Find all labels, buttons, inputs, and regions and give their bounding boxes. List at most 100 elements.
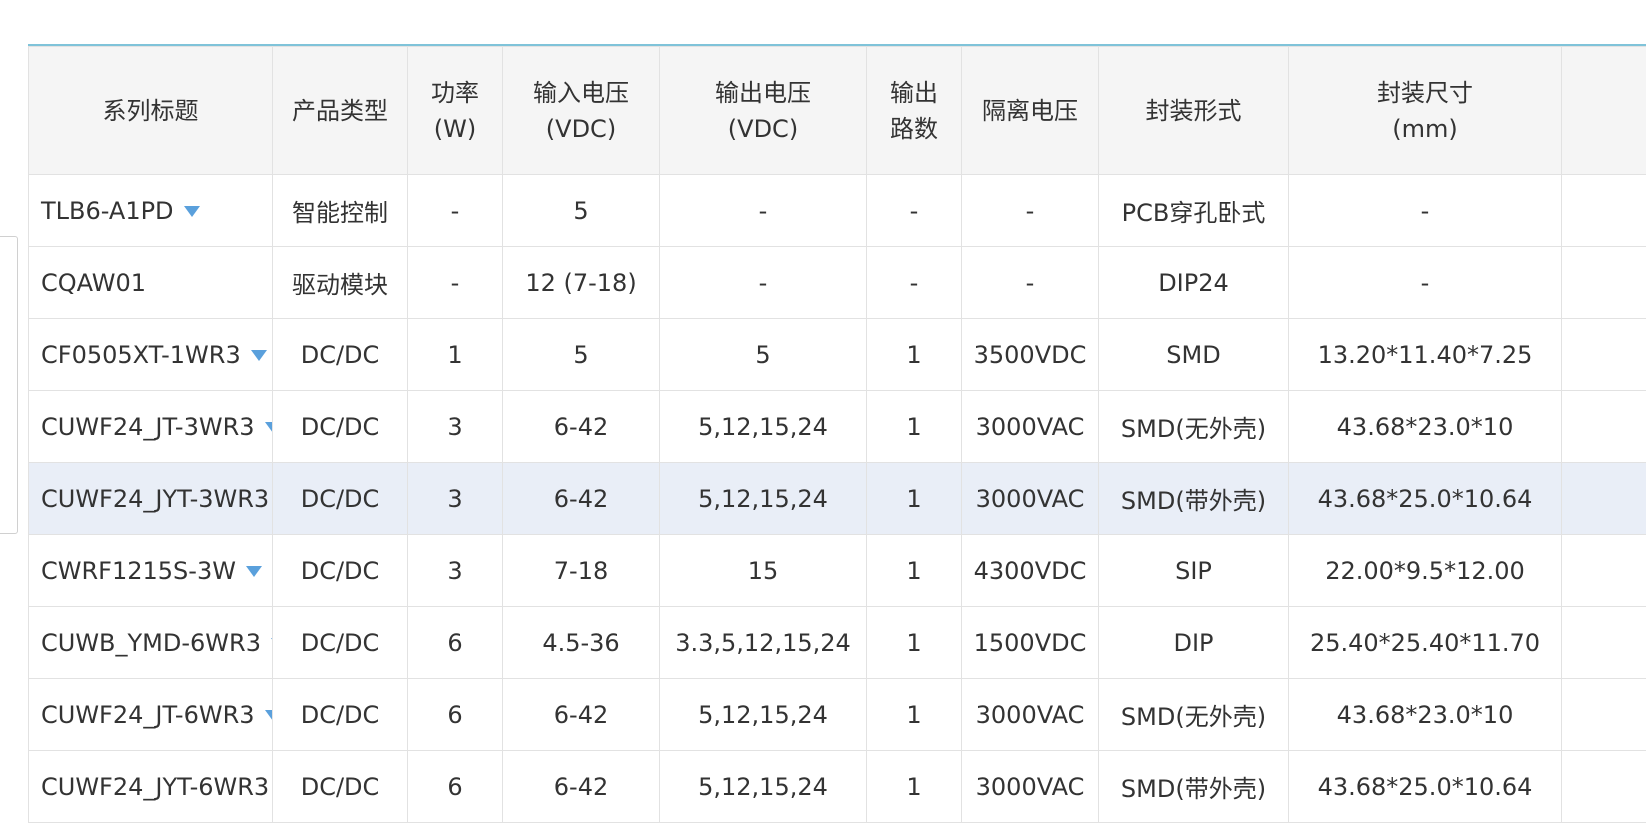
cell-series[interactable]: CUWB_YMD-6WR3 [28,606,273,679]
cell-isolation: - [961,174,1099,247]
cell-isolation: - [961,246,1099,319]
table-row[interactable]: CUWF24_JYT-3WR3 DC/DC 3 6-42 5,12,15,24 1 3000… [28,462,1646,535]
dropdown-triangle-icon[interactable] [250,350,267,361]
cell-package: DIP [1098,606,1289,679]
cell-output-voltage: 15 [659,534,867,607]
cell-size: - [1288,174,1562,247]
cell-outputs: 1 [866,534,962,607]
cell-outputs: 1 [866,390,962,463]
table-row[interactable]: CQAW01 驱动模块 -12 (7-18) - - - DIP24- [28,246,1646,319]
cell-outputs: - [866,174,962,247]
cell-extra [1561,678,1646,751]
cell-size: 25.40*25.40*11.70 [1288,606,1562,679]
header-output-voltage[interactable]: 输出电压 (VDC) [659,46,867,175]
table-row[interactable]: CF0505XT-1WR3 DC/DC 1 5 5 1 3500VDC SMD 13.20*11… [28,318,1646,391]
cell-power: 3 [407,534,503,607]
dropdown-triangle-icon[interactable] [264,710,272,721]
cell-type: DC/DC [272,390,408,463]
cell-power: 1 [407,318,503,391]
table-row[interactable]: CUWF24_JYT-6WR3 DC/DC 6 6-42 5,12,15,24 1 3000… [28,750,1646,823]
cell-outputs: 1 [866,750,962,823]
cell-size: 43.68*23.0*10 [1288,390,1562,463]
cell-output-voltage: 3.3,5,12,15,24 [659,606,867,679]
header-size[interactable]: 封装尺寸 (mm) [1288,46,1562,175]
series-link[interactable]: CUWB_YMD-6WR3 [41,629,261,657]
cell-type: 智能控制 [272,174,408,247]
cell-series[interactable]: CF0505XT-1WR3 [28,318,273,391]
side-panel-edge [0,236,18,534]
cell-extra [1561,462,1646,535]
series-link[interactable]: CUWF24_JYT-6WR3 [41,773,269,801]
cell-isolation: 3500VDC [961,318,1099,391]
header-isolation[interactable]: 隔离电压 [961,46,1099,175]
cell-extra [1561,246,1646,319]
cell-series[interactable]: CUWF24_JT-3WR3 [28,390,273,463]
series-link[interactable]: CUWF24_JYT-3WR3 [41,485,269,513]
header-series[interactable]: 系列标题 [28,46,273,175]
cell-power: 3 [407,390,503,463]
cell-series[interactable]: CQAW01 [28,246,273,319]
cell-extra [1561,318,1646,391]
cell-package: SMD(带外壳) [1098,462,1289,535]
header-outputs[interactable]: 输出 路数 [866,46,962,175]
product-table: 系列标题 产品类型 功率 (W) 输入电压 (VDC) 输出电压 (VDC) 输出 路数… [28,46,1646,823]
series-link[interactable]: CWRF1215S-3W [41,557,236,585]
cell-outputs: - [866,246,962,319]
cell-size: 43.68*23.0*10 [1288,678,1562,751]
cell-series[interactable]: CUWF24_JYT-3WR3 [28,462,273,535]
cell-power: 6 [407,606,503,679]
dropdown-triangle-icon[interactable] [245,566,262,577]
table-body: TLB6-A1PD 智能控制 -5- - - PCB穿孔卧式 - CQAW01 驱动模块 -12 … [28,174,1646,823]
cell-type: DC/DC [272,462,408,535]
cell-outputs: 1 [866,606,962,679]
cell-power: - [407,246,503,319]
cell-input-voltage: 5 [502,318,660,391]
cell-input-voltage: 7-18 [502,534,660,607]
cell-series[interactable]: CUWF24_JYT-6WR3 [28,750,273,823]
cell-package: PCB穿孔卧式 [1098,174,1289,247]
table-row[interactable]: TLB6-A1PD 智能控制 -5- - - PCB穿孔卧式 - [28,174,1646,247]
header-input-voltage[interactable]: 输入电压 (VDC) [502,46,660,175]
cell-input-voltage: 4.5-36 [502,606,660,679]
cell-isolation: 3000VAC [961,750,1099,823]
table-row[interactable]: CUWB_YMD-6WR3 DC/DC 6 4.5-36 3.3,5,12,15,24 1… [28,606,1646,679]
series-link[interactable]: TLB6-A1PD [41,197,174,225]
cell-package: SMD(带外壳) [1098,750,1289,823]
table-row[interactable]: CWRF1215S-3W DC/DC 3 7-18 15 1 4300VDC SIP 22.00… [28,534,1646,607]
cell-series[interactable]: TLB6-A1PD [28,174,273,247]
cell-extra [1561,390,1646,463]
cell-package: SMD(无外壳) [1098,390,1289,463]
cell-type: DC/DC [272,606,408,679]
cell-output-voltage: 5 [659,318,867,391]
cell-series[interactable]: CWRF1215S-3W [28,534,273,607]
header-power[interactable]: 功率 (W) [407,46,503,175]
cell-package: SIP [1098,534,1289,607]
cell-isolation: 1500VDC [961,606,1099,679]
table-row[interactable]: CUWF24_JT-3WR3 DC/DC 3 6-42 5,12,15,24 1 3000V… [28,390,1646,463]
cell-isolation: 3000VAC [961,678,1099,751]
cell-power: - [407,174,503,247]
cell-series[interactable]: CUWF24_JT-6WR3 [28,678,273,751]
product-table-container: 系列标题 产品类型 功率 (W) 输入电压 (VDC) 输出电压 (VDC) 输出 路数… [28,44,1646,823]
series-link[interactable]: CQAW01 [41,269,146,297]
cell-output-voltage: - [659,174,867,247]
series-link[interactable]: CUWF24_JT-6WR3 [41,701,255,729]
cell-outputs: 1 [866,318,962,391]
cell-input-voltage: 6-42 [502,390,660,463]
header-product-type[interactable]: 产品类型 [272,46,408,175]
cell-output-voltage: 5,12,15,24 [659,678,867,751]
cell-output-voltage: 5,12,15,24 [659,750,867,823]
cell-extra [1561,174,1646,247]
cell-input-voltage: 5 [502,174,660,247]
dropdown-triangle-icon[interactable] [183,206,200,217]
cell-input-voltage: 12 (7-18) [502,246,660,319]
series-link[interactable]: CF0505XT-1WR3 [41,341,241,369]
cell-output-voltage: - [659,246,867,319]
cell-power: 3 [407,462,503,535]
table-row[interactable]: CUWF24_JT-6WR3 DC/DC 6 6-42 5,12,15,24 1 3000V… [28,678,1646,751]
series-link[interactable]: CUWF24_JT-3WR3 [41,413,255,441]
cell-type: DC/DC [272,534,408,607]
cell-outputs: 1 [866,462,962,535]
header-package[interactable]: 封装形式 [1098,46,1289,175]
dropdown-triangle-icon[interactable] [264,422,272,433]
